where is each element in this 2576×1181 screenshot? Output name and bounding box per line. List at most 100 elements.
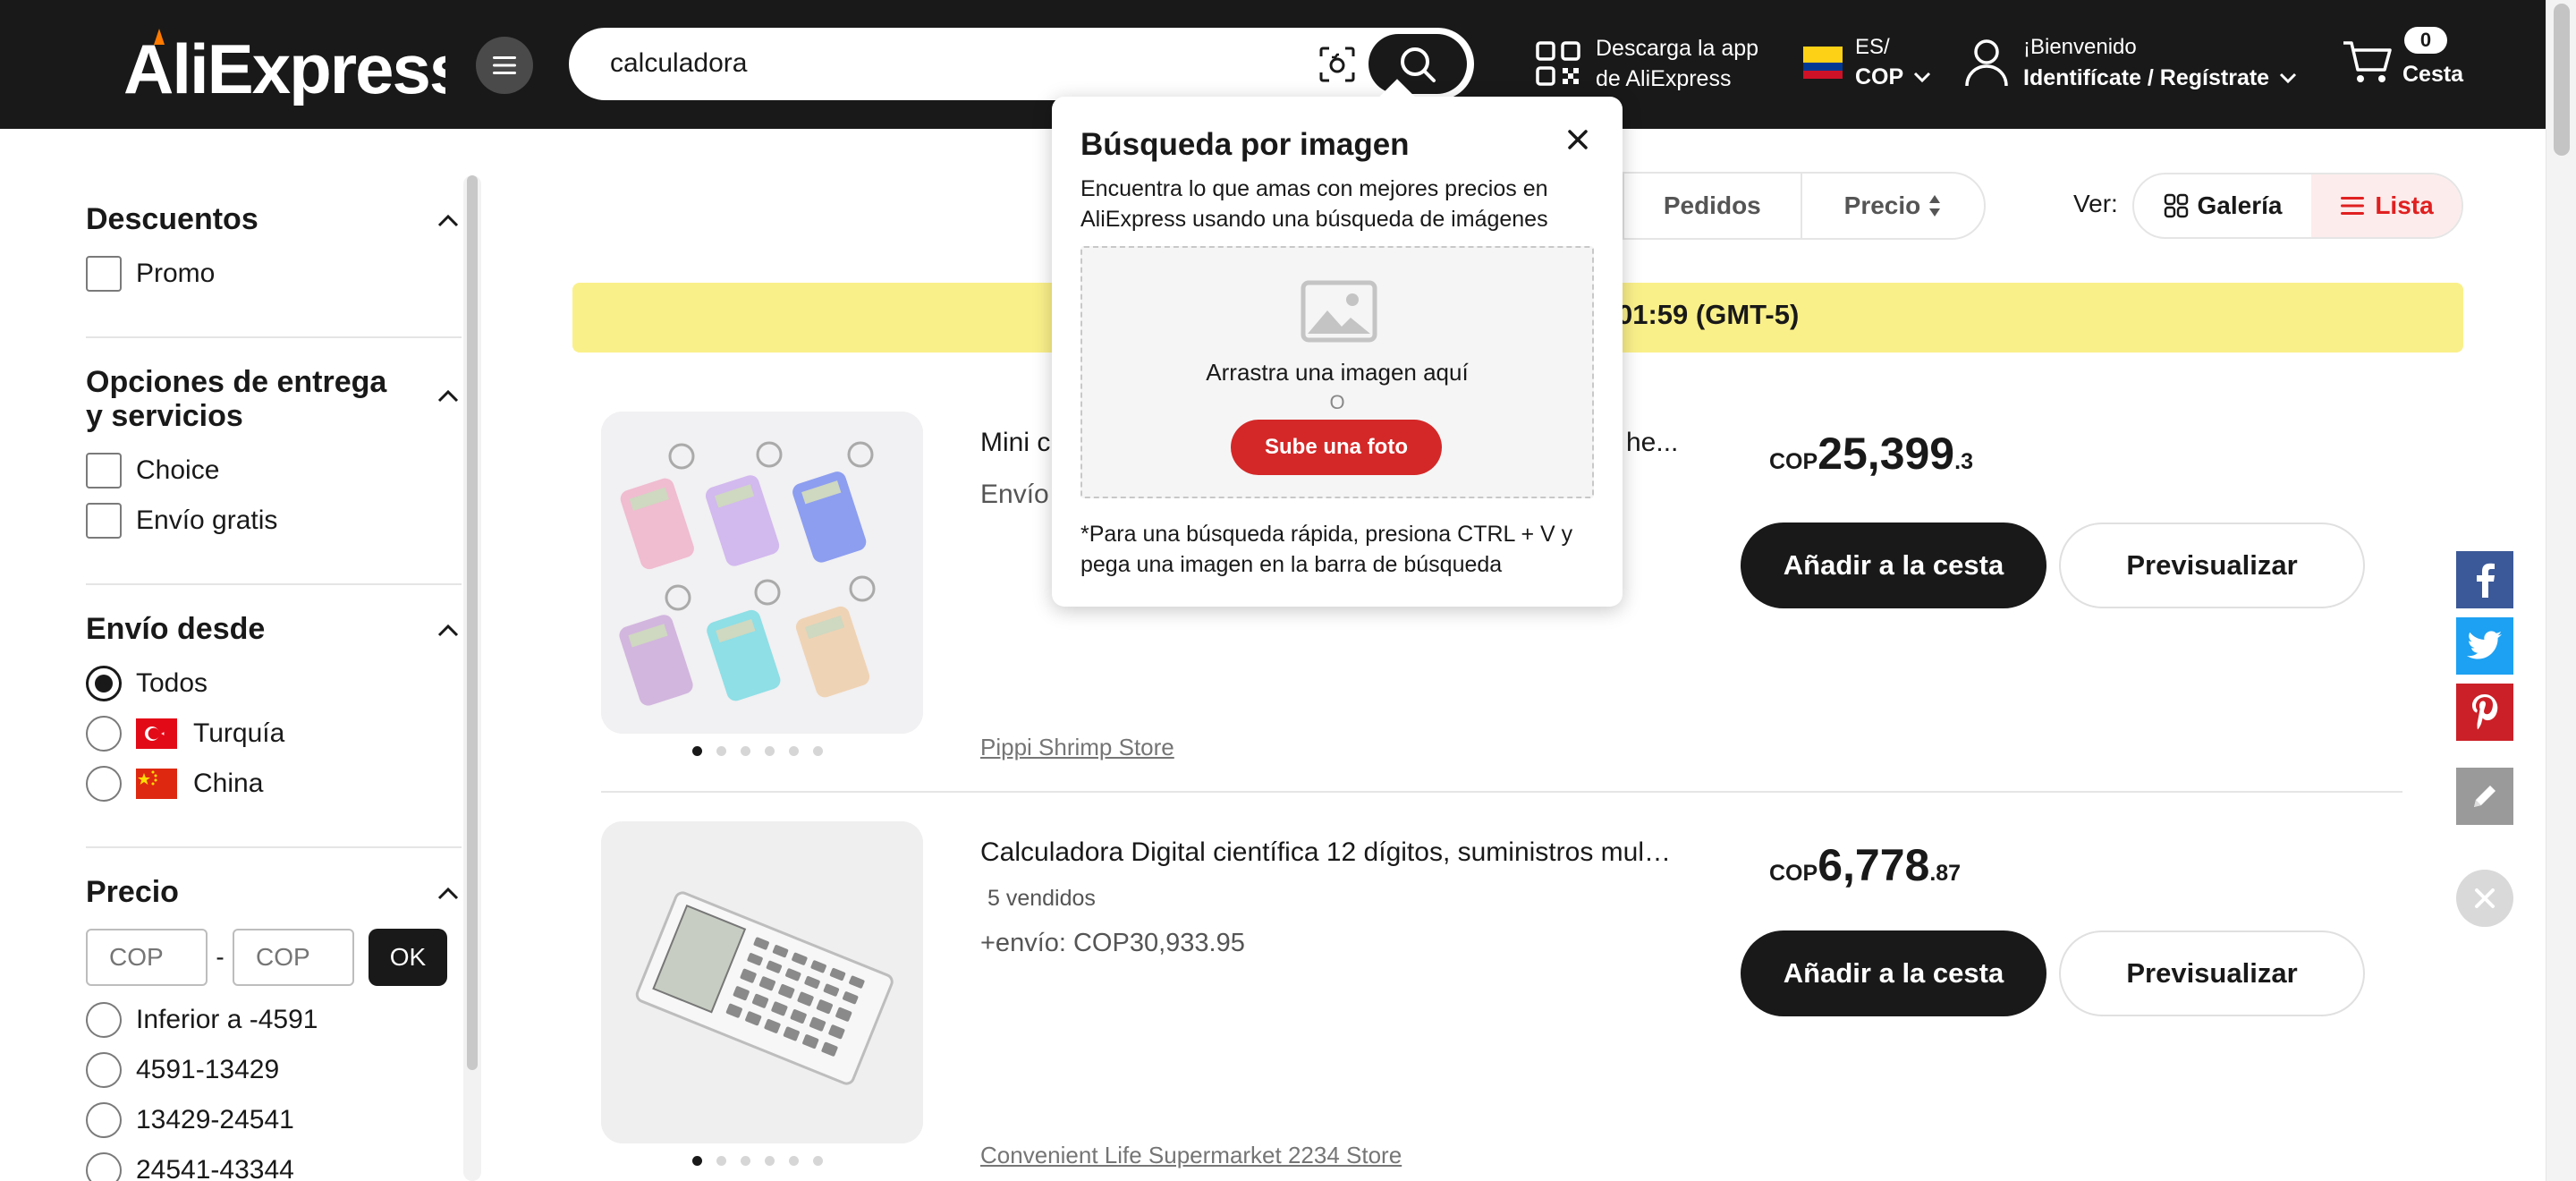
view-list-button[interactable]: Lista [2311,174,2462,237]
search-input[interactable] [610,40,1236,87]
chevron-up-icon [437,214,459,227]
filter-price-header[interactable]: Precio [86,875,462,909]
filter-option-all[interactable]: Todos [86,658,462,709]
twitter-icon [2467,631,2502,659]
filter-discounts-header[interactable]: Descuentos [86,202,462,236]
checkbox[interactable] [86,453,122,489]
store-link[interactable]: Convenient Life Supermarket 2234 Store [980,1142,1402,1169]
add-to-cart-button[interactable]: Añadir a la cesta [1741,930,2046,1016]
product-image[interactable] [601,412,923,734]
radio[interactable] [86,1002,122,1038]
turkey-flag-icon [136,718,177,749]
store-link[interactable]: Pippi Shrimp Store [980,734,1174,761]
view-gallery-button[interactable]: Galería [2134,174,2311,237]
filter-ship-from-title: Envío desde [86,612,266,646]
checkbox[interactable] [86,256,122,292]
filter-option-turkey[interactable]: Turquía [86,709,462,759]
search-icon [1401,47,1436,82]
pinterest-share-button[interactable] [2456,684,2513,741]
radio[interactable] [86,766,122,802]
colombia-flag-icon [1803,47,1843,79]
price-range-option[interactable]: Inferior a -4591 [86,995,462,1045]
product-shipping: +envío: COP30,933.95 [980,929,1245,957]
preview-button[interactable]: Previsualizar [2059,930,2365,1016]
price-ok-button[interactable]: OK [369,929,447,986]
price-range-option[interactable]: 24541-43344 [86,1145,462,1181]
signin-link[interactable]: Identifícate / Regístrate [2023,63,2269,93]
close-floating-button[interactable] [2456,870,2513,927]
filter-ship-from-header[interactable]: Envío desde [86,612,462,646]
radio[interactable] [86,1052,122,1088]
product-price: COP 6,778 .87 [1769,839,1961,891]
edit-feedback-button[interactable] [2456,768,2513,825]
language-code: ES/ [1855,35,1890,59]
price-max-input[interactable] [233,929,354,986]
option-label: 4591-13429 [136,1055,280,1084]
facebook-icon [2477,563,2495,598]
filter-price-title: Precio [86,875,179,909]
filter-option-free-shipping[interactable]: Envío gratis [86,496,462,546]
chevron-down-icon [1914,72,1931,83]
price-range-option[interactable]: 13429-24541 [86,1095,462,1145]
filter-delivery-title: Opciones de entrega y servicios [86,365,387,433]
filter-option-promo[interactable]: Promo [86,249,462,299]
account-menu[interactable]: ¡Bienvenido Identifícate / Regístrate [1964,29,2298,97]
chevron-up-icon [437,887,459,900]
price-min-input[interactable] [86,929,208,986]
search-submit-button[interactable] [1368,34,1467,94]
radio[interactable] [86,1152,122,1181]
price-decimal: .3 [1954,449,1973,474]
radio-selected[interactable] [86,666,122,701]
categories-menu-button[interactable] [476,37,533,94]
keychain-calculators-image [601,412,923,734]
drop-or: O [1329,391,1345,413]
cart-icon [2343,41,2392,82]
cart-label: Cesta [2402,62,2464,87]
image-search-button[interactable] [1318,46,1356,83]
close-icon[interactable] [1563,125,1592,154]
list-icon [2341,197,2365,215]
filter-discounts-title: Descuentos [86,202,258,236]
twitter-share-button[interactable] [2456,617,2513,675]
view-gallery-label: Galería [2197,191,2283,219]
preview-button[interactable]: Previsualizar [2059,523,2365,608]
price-currency: COP [1769,861,1818,886]
camera-scan-icon [1319,47,1355,82]
option-label: 13429-24541 [136,1105,294,1134]
image-drop-zone[interactable]: Arrastra una imagen aquí O Sube una foto [1080,246,1594,498]
filter-option-china[interactable]: China [86,759,462,809]
filter-sidebar: Descuentos Promo Opciones de entrega y s… [86,175,462,1181]
scrollbar-thumb[interactable] [2554,4,2570,156]
product-title[interactable]: Calculadora Digital científica 12 dígito… [980,837,1678,868]
option-label: Inferior a -4591 [136,1005,318,1034]
aliexpress-logo[interactable]: AliExpress [123,25,445,106]
svg-text:AliExpress: AliExpress [123,30,445,106]
option-label: Turquía [193,718,285,748]
add-to-cart-button[interactable]: Añadir a la cesta [1741,523,2046,608]
image-carousel-dots[interactable] [692,746,823,756]
filter-option-choice[interactable]: Choice [86,446,462,496]
price-range-option[interactable]: 4591-13429 [86,1045,462,1095]
page-scrollbar[interactable] [2546,0,2576,1181]
product-sold-count: 5 vendidos [987,886,1096,911]
radio[interactable] [86,716,122,752]
user-icon [1965,39,2008,87]
sort-price[interactable]: Precio [1800,174,1984,238]
sidebar-scrollbar[interactable] [463,175,481,1181]
filter-delivery-header[interactable]: Opciones de entrega y servicios [86,365,462,433]
countdown-text: 01:59 (GMT-5) [1617,299,1800,330]
language-currency-selector[interactable]: ES/ COP [1803,30,1932,95]
image-carousel-dots[interactable] [692,1156,823,1166]
sort-orders[interactable]: Pedidos [1622,174,1801,238]
scrollbar-thumb[interactable] [467,175,478,1070]
radio[interactable] [86,1102,122,1138]
product-image[interactable] [601,821,923,1143]
app-download-link[interactable]: Descarga la app de AliExpress [1535,32,1758,95]
checkbox[interactable] [86,503,122,539]
upload-photo-button[interactable]: Sube una foto [1231,420,1442,475]
cart-button[interactable]: 0 Cesta [2342,27,2467,98]
facebook-share-button[interactable] [2456,551,2513,608]
drop-instruction: Arrastra una imagen aquí [1206,359,1469,386]
option-label: Envío gratis [136,506,278,535]
product-title-tail[interactable]: he... [1626,428,1698,458]
